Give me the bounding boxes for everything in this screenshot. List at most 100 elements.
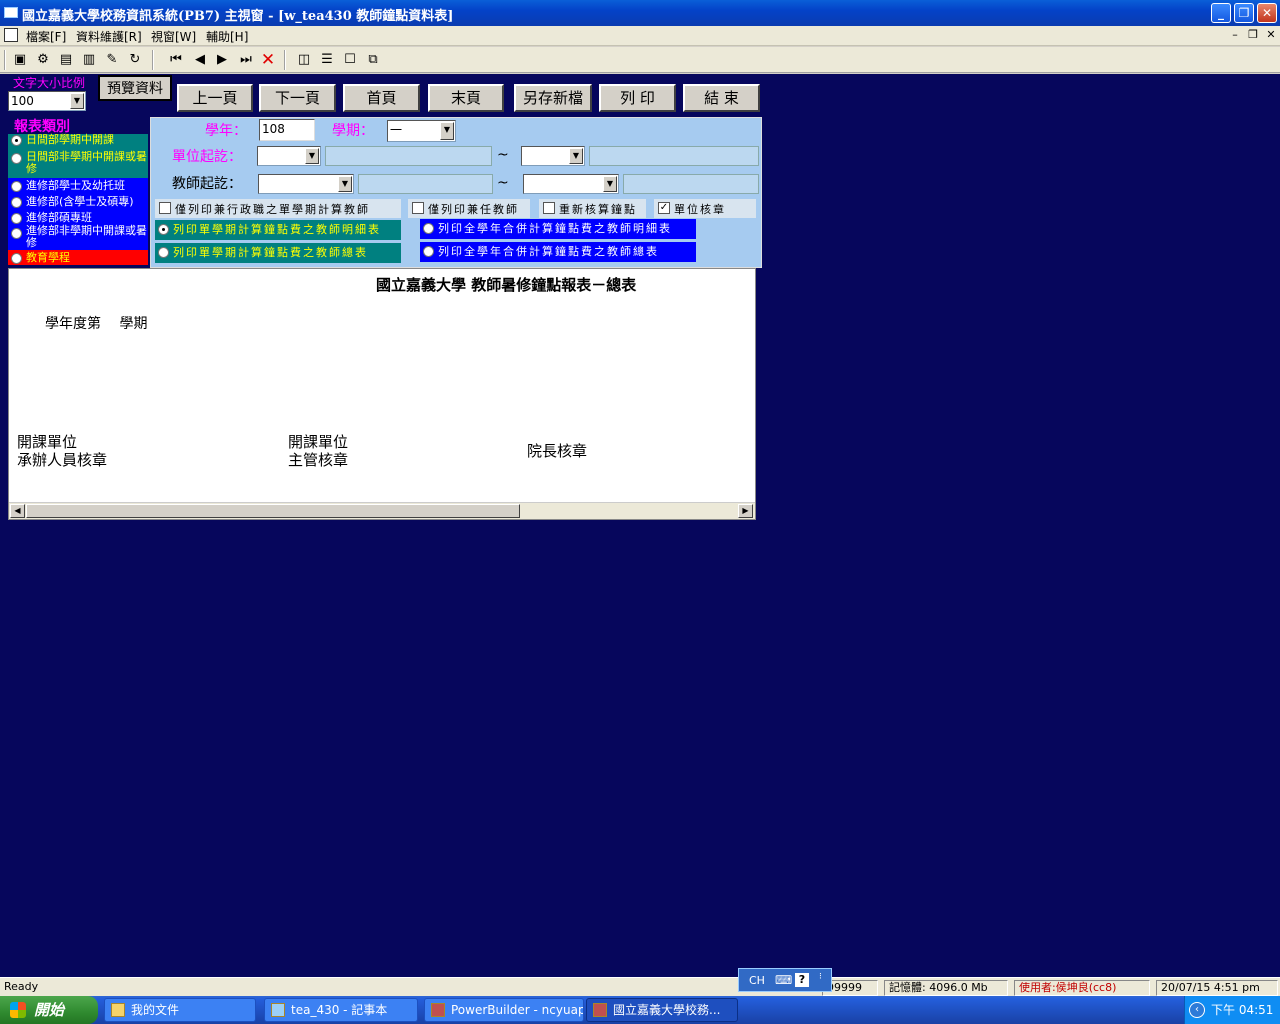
category-item-education[interactable]: 教育學程 [8,250,148,265]
unit-stamp-checkbox[interactable]: ✓ [658,202,670,214]
cascade-icon[interactable]: ⧉ [363,50,383,70]
scroll-thumb[interactable] [26,504,520,518]
print-icon[interactable]: ▥ [79,50,99,70]
option-year-detail[interactable]: 列印全學年合併計算鐘點費之教師明細表 [420,219,696,239]
status-bar: Ready 99999 記憶體: 4096.0 Mb 使用者:侯坤良(cc8) … [0,977,1280,996]
menu-file[interactable]: 檔案[F] [26,28,66,45]
menu-window[interactable]: 視窗[W] [151,28,196,45]
category-item-day-term[interactable]: 日間部學期中開課 [8,134,148,148]
mdi-restore-icon[interactable]: ❐ [1246,28,1260,42]
tile-horizontal-icon[interactable]: ☰ [317,50,337,70]
first-page-button[interactable]: 首頁 [343,84,420,112]
close-icon[interactable]: ✕ [258,50,278,70]
save-as-button[interactable]: 另存新檔 [514,84,592,112]
radio-icon[interactable] [158,224,169,235]
mdi-minimize-icon[interactable]: – [1228,28,1242,42]
scroll-left-icon[interactable]: ◀ [10,504,25,518]
term-select[interactable]: 一 ▼ [387,120,456,142]
parttime-only-checkbox[interactable] [412,202,424,214]
toolbar-separator [152,50,154,70]
document-icon[interactable] [4,28,18,42]
last-page-button[interactable]: 末頁 [428,84,504,112]
next-icon[interactable]: ▶ [212,50,232,70]
preview-button[interactable]: 預覽資料 [98,75,172,101]
prev-icon[interactable]: ◀ [190,50,210,70]
task-notepad[interactable]: tea_430 - 記事本 [264,998,418,1022]
last-icon[interactable]: ⏭ [236,50,256,70]
radio-icon[interactable] [11,153,22,164]
horizontal-scrollbar[interactable]: ◀ ▶ [9,502,755,519]
prev-page-button[interactable]: 上一頁 [177,84,253,112]
admin-only-checkbox-row[interactable]: 僅列印兼行政職之單學期計算教師 [155,199,401,218]
radio-icon[interactable] [11,181,22,192]
category-item-night-all[interactable]: 進修部(含學士及碩專) [8,194,148,210]
next-page-button[interactable]: 下一頁 [259,84,336,112]
category-item-night-bachelor[interactable]: 進修部學士及幼托班 [8,178,148,194]
options-icon[interactable]: ⁝ [819,972,822,982]
ime-language-bar[interactable]: CH ⌨ ? ⁝ [738,968,832,992]
tools-icon[interactable]: ⚙ [33,50,53,70]
year-input[interactable]: 108 [259,119,315,141]
minimize-button[interactable]: _ [1211,3,1231,23]
app-icon[interactable] [4,7,18,18]
help-icon[interactable]: ? [795,973,809,987]
option-single-summary[interactable]: 列印單學期計算鐘點費之教師總表 [155,243,401,263]
tray-clock[interactable]: 下午 04:51 [1211,996,1273,1024]
admin-only-checkbox[interactable] [159,202,171,214]
teacher-to-select[interactable]: ▼ [523,174,619,194]
menu-help[interactable]: 輔助[H] [206,28,248,45]
option-year-summary[interactable]: 列印全學年合併計算鐘點費之教師總表 [420,242,696,262]
radio-icon[interactable] [11,135,22,146]
radio-icon[interactable] [423,223,434,234]
recalc-checkbox-row[interactable]: 重新核算鐘點 [539,199,646,218]
start-button[interactable]: 開始 [0,996,98,1024]
radio-icon[interactable] [423,246,434,257]
chevron-down-icon[interactable]: ▼ [603,176,617,192]
category-item-night-master[interactable]: 進修部碩專班 [8,210,148,225]
radio-icon[interactable] [11,228,22,239]
first-icon[interactable]: ⏮ [166,50,186,70]
chevron-down-icon[interactable]: ▼ [440,122,454,140]
chart-icon[interactable]: ▤ [56,50,76,70]
teacher-from-select[interactable]: ▼ [258,174,354,194]
refresh-icon[interactable]: ↻ [125,50,145,70]
option-single-detail[interactable]: 列印單學期計算鐘點費之教師明細表 [155,220,401,240]
notepad-icon [271,1003,285,1017]
radio-icon[interactable] [11,213,22,224]
maximize-icon[interactable]: ☐ [340,50,360,70]
ime-lang[interactable]: CH [749,974,765,987]
zoom-value: 100 [11,94,34,108]
title-bar[interactable]: 國立嘉義大學校務資訊系統(PB7) 主視窗 - [w_tea430 教師鐘點資料… [0,0,1280,26]
parttime-only-checkbox-row[interactable]: 僅列印兼任教師 [408,199,530,218]
chevron-down-icon[interactable]: ▼ [70,93,84,109]
radio-icon[interactable] [11,197,22,208]
eraser-icon[interactable]: ✎ [102,50,122,70]
unit-stamp-checkbox-row[interactable]: ✓ 單位核章 [654,199,756,218]
task-my-documents[interactable]: 我的文件 [104,998,256,1022]
close-button[interactable]: ✕ [1257,3,1277,23]
print-button[interactable]: 列 印 [599,84,676,112]
restore-button[interactable]: ❐ [1234,3,1254,23]
save-icon[interactable]: ▣ [10,50,30,70]
chevron-down-icon[interactable]: ▼ [338,176,352,192]
chevron-down-icon[interactable]: ▼ [569,148,583,164]
radio-icon[interactable] [158,247,169,258]
radio-icon[interactable] [11,253,22,264]
recalc-checkbox[interactable] [543,202,555,214]
zoom-select[interactable]: 100 ▼ [8,91,86,111]
exit-button[interactable]: 結 束 [683,84,760,112]
chevron-down-icon[interactable]: ▼ [305,148,319,164]
unit-from-select[interactable]: ▼ [257,146,321,166]
scroll-right-icon[interactable]: ▶ [738,504,753,518]
keyboard-icon[interactable]: ⌨ [775,973,792,987]
task-ncyu-system[interactable]: 國立嘉義大學校務... [586,998,738,1022]
tile-vertical-icon[interactable]: ◫ [294,50,314,70]
report-preview[interactable]: 國立嘉義大學 教師暑修鐘點報表－總表 學年度第 學期 開課單位 承辦人員核章 開… [8,268,756,520]
menu-data-maintenance[interactable]: 資料維護[R] [76,28,142,45]
unit-to-select[interactable]: ▼ [521,146,585,166]
chevron-left-icon[interactable]: ‹ [1189,1002,1205,1018]
task-powerbuilder[interactable]: PowerBuilder - ncyuapp [424,998,584,1022]
category-item-night-summer[interactable]: 進修部非學期中開課或暑修 [8,225,148,250]
category-item-day-summer[interactable]: 日間部非學期中開課或暑修 [8,148,148,178]
mdi-close-icon[interactable]: ✕ [1264,28,1278,42]
